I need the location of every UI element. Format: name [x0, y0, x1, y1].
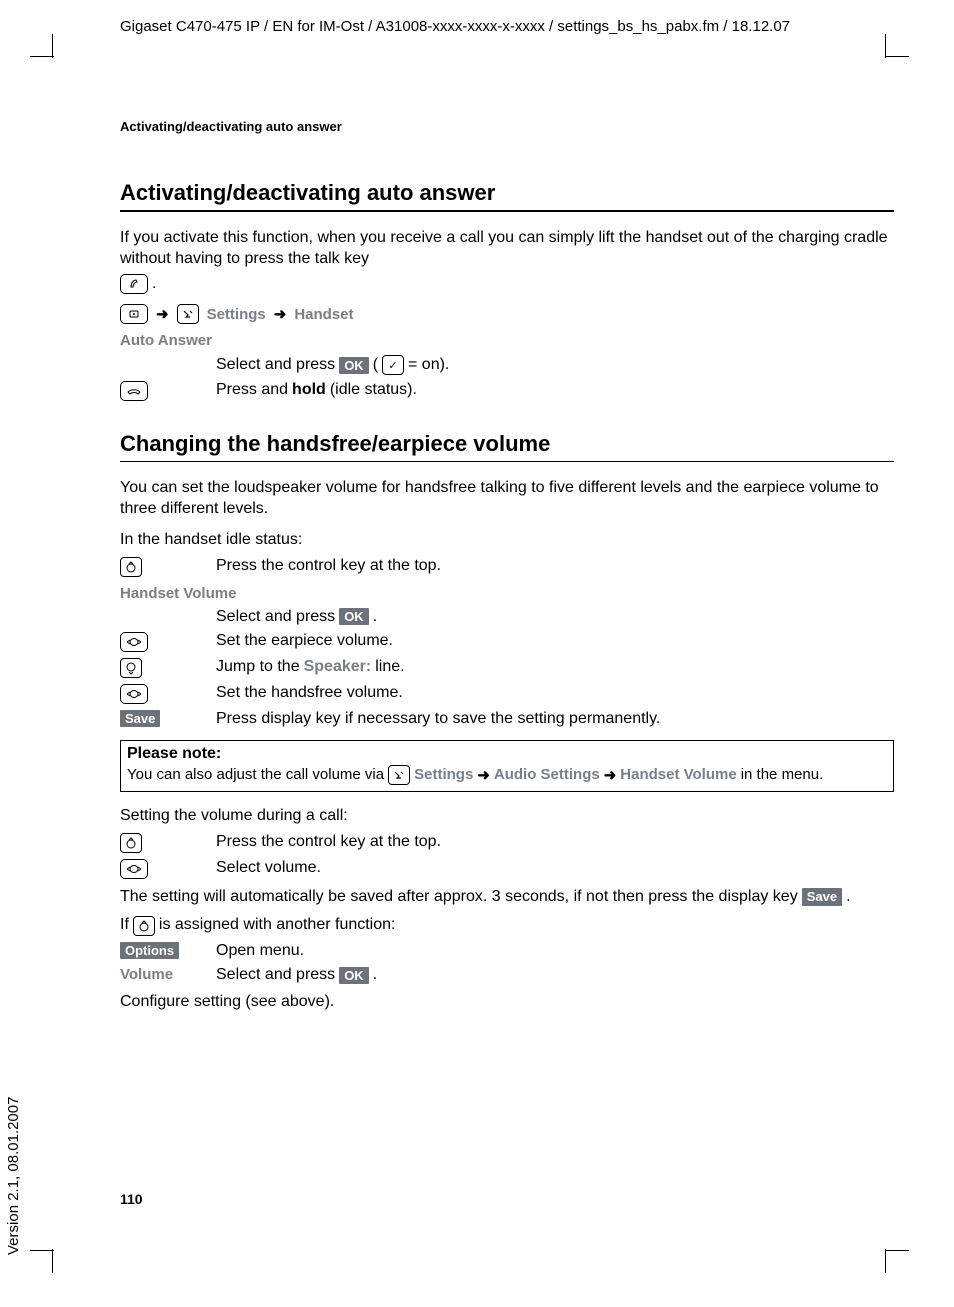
ok-button: OK [339, 967, 369, 984]
text: in the menu. [741, 766, 824, 783]
note-handset-vol: Handset Volume [620, 766, 736, 783]
text: line. [375, 658, 404, 676]
arrow-icon [274, 305, 287, 323]
section1-intro: If you activate this function, when you … [120, 228, 894, 294]
control-down-icon [120, 658, 142, 678]
note-audio: Audio Settings [494, 766, 600, 783]
text: (idle status). [330, 381, 417, 399]
arrow-icon [156, 305, 169, 323]
nav-settings: Settings [207, 306, 266, 323]
options-button: Options [120, 942, 179, 959]
text: is assigned with another function: [159, 915, 396, 936]
text: Select and press [216, 356, 335, 374]
step-handsfree: Set the handsfree volume. [216, 684, 894, 702]
volume-label: Volume [120, 966, 210, 983]
auto-answer-label: Auto Answer [120, 332, 894, 349]
settings-glyph-icon [388, 765, 410, 785]
text: Press and [216, 381, 288, 399]
control-up-icon [120, 557, 142, 577]
page: Gigaset C470-475 IP / EN for IM-Ost / A3… [0, 0, 954, 1013]
open-menu: Open menu. [216, 942, 894, 960]
step-earpiece: Set the earpiece volume. [216, 632, 894, 650]
checkmark-icon: ✓ [382, 355, 404, 375]
configure-line: Configure setting (see above). [120, 992, 894, 1013]
text: Select and press [216, 966, 335, 984]
step-jump-speaker: Jump to the Speaker: line. [216, 658, 894, 676]
save-button: Save [802, 888, 842, 907]
ok-button: OK [339, 357, 369, 374]
bold-text: hold [292, 381, 326, 399]
section1-title: Activating/deactivating auto answer [120, 180, 894, 212]
text: If [120, 915, 129, 936]
arrow-icon [604, 766, 617, 784]
left-right-icon [120, 632, 148, 652]
section2-title: Changing the handsfree/earpiece volume [120, 431, 894, 462]
text: . [846, 887, 850, 908]
text: The setting will automatically be saved … [120, 887, 798, 908]
assigned-line: If is assigned with another function: [120, 915, 894, 936]
left-right-icon [120, 859, 148, 879]
save-button: Save [120, 710, 160, 727]
during-call-line: Setting the volume during a call: [120, 806, 894, 827]
during-select: Select volume. [216, 859, 894, 877]
nav-handset: Handset [294, 306, 353, 323]
arrow-icon [477, 766, 490, 784]
control-up-icon [120, 833, 142, 853]
speaker-label: Speaker: [304, 658, 372, 676]
nav-path-1: Settings Handset [120, 304, 894, 324]
text: . [373, 608, 377, 626]
volume-select-ok: Select and press OK . [216, 966, 894, 984]
handset-volume-label: Handset Volume [120, 585, 894, 602]
talk-key-icon [120, 274, 148, 294]
step-select-ok-2: Select and press OK . [216, 608, 894, 626]
version-label: Version 2.1, 08.01.2007 [5, 1097, 22, 1255]
step-press-top: Press the control key at the top. [216, 557, 894, 575]
doc-header: Gigaset C470-475 IP / EN for IM-Ost / A3… [120, 18, 894, 35]
text: Jump to the [216, 658, 300, 676]
during-press-top: Press the control key at the top. [216, 833, 894, 851]
text: = on). [408, 356, 449, 374]
note-body: You can also adjust the call volume via … [127, 765, 887, 785]
step-select-ok: Select and press OK ( ✓ = on). [216, 355, 894, 375]
left-right-icon [120, 684, 148, 704]
idle-status-line: In the handset idle status: [120, 530, 894, 551]
text: ( [373, 356, 378, 374]
running-head: Activating/deactivating auto answer [120, 119, 894, 134]
hangup-key-icon [120, 381, 148, 401]
step-press-hold: Press and hold (idle status). [216, 381, 894, 399]
note-settings: Settings [414, 766, 473, 783]
text: You can also adjust the call volume via [127, 766, 384, 783]
intro-end: . [152, 274, 156, 295]
text: Select and press [216, 608, 335, 626]
auto-save-line: The setting will automatically be saved … [120, 887, 894, 908]
control-up-icon [133, 916, 155, 936]
text: . [373, 966, 377, 984]
intro-text: If you activate this function, when you … [120, 228, 894, 270]
menu-key-icon [120, 304, 148, 324]
settings-glyph-icon [177, 304, 199, 324]
section2-intro: You can set the loudspeaker volume for h… [120, 478, 894, 520]
ok-button: OK [339, 608, 369, 625]
step-save: Press display key if necessary to save t… [216, 710, 894, 728]
note-box: Please note: You can also adjust the cal… [120, 740, 894, 792]
page-number: 110 [120, 1191, 143, 1207]
note-title: Please note: [127, 745, 887, 763]
